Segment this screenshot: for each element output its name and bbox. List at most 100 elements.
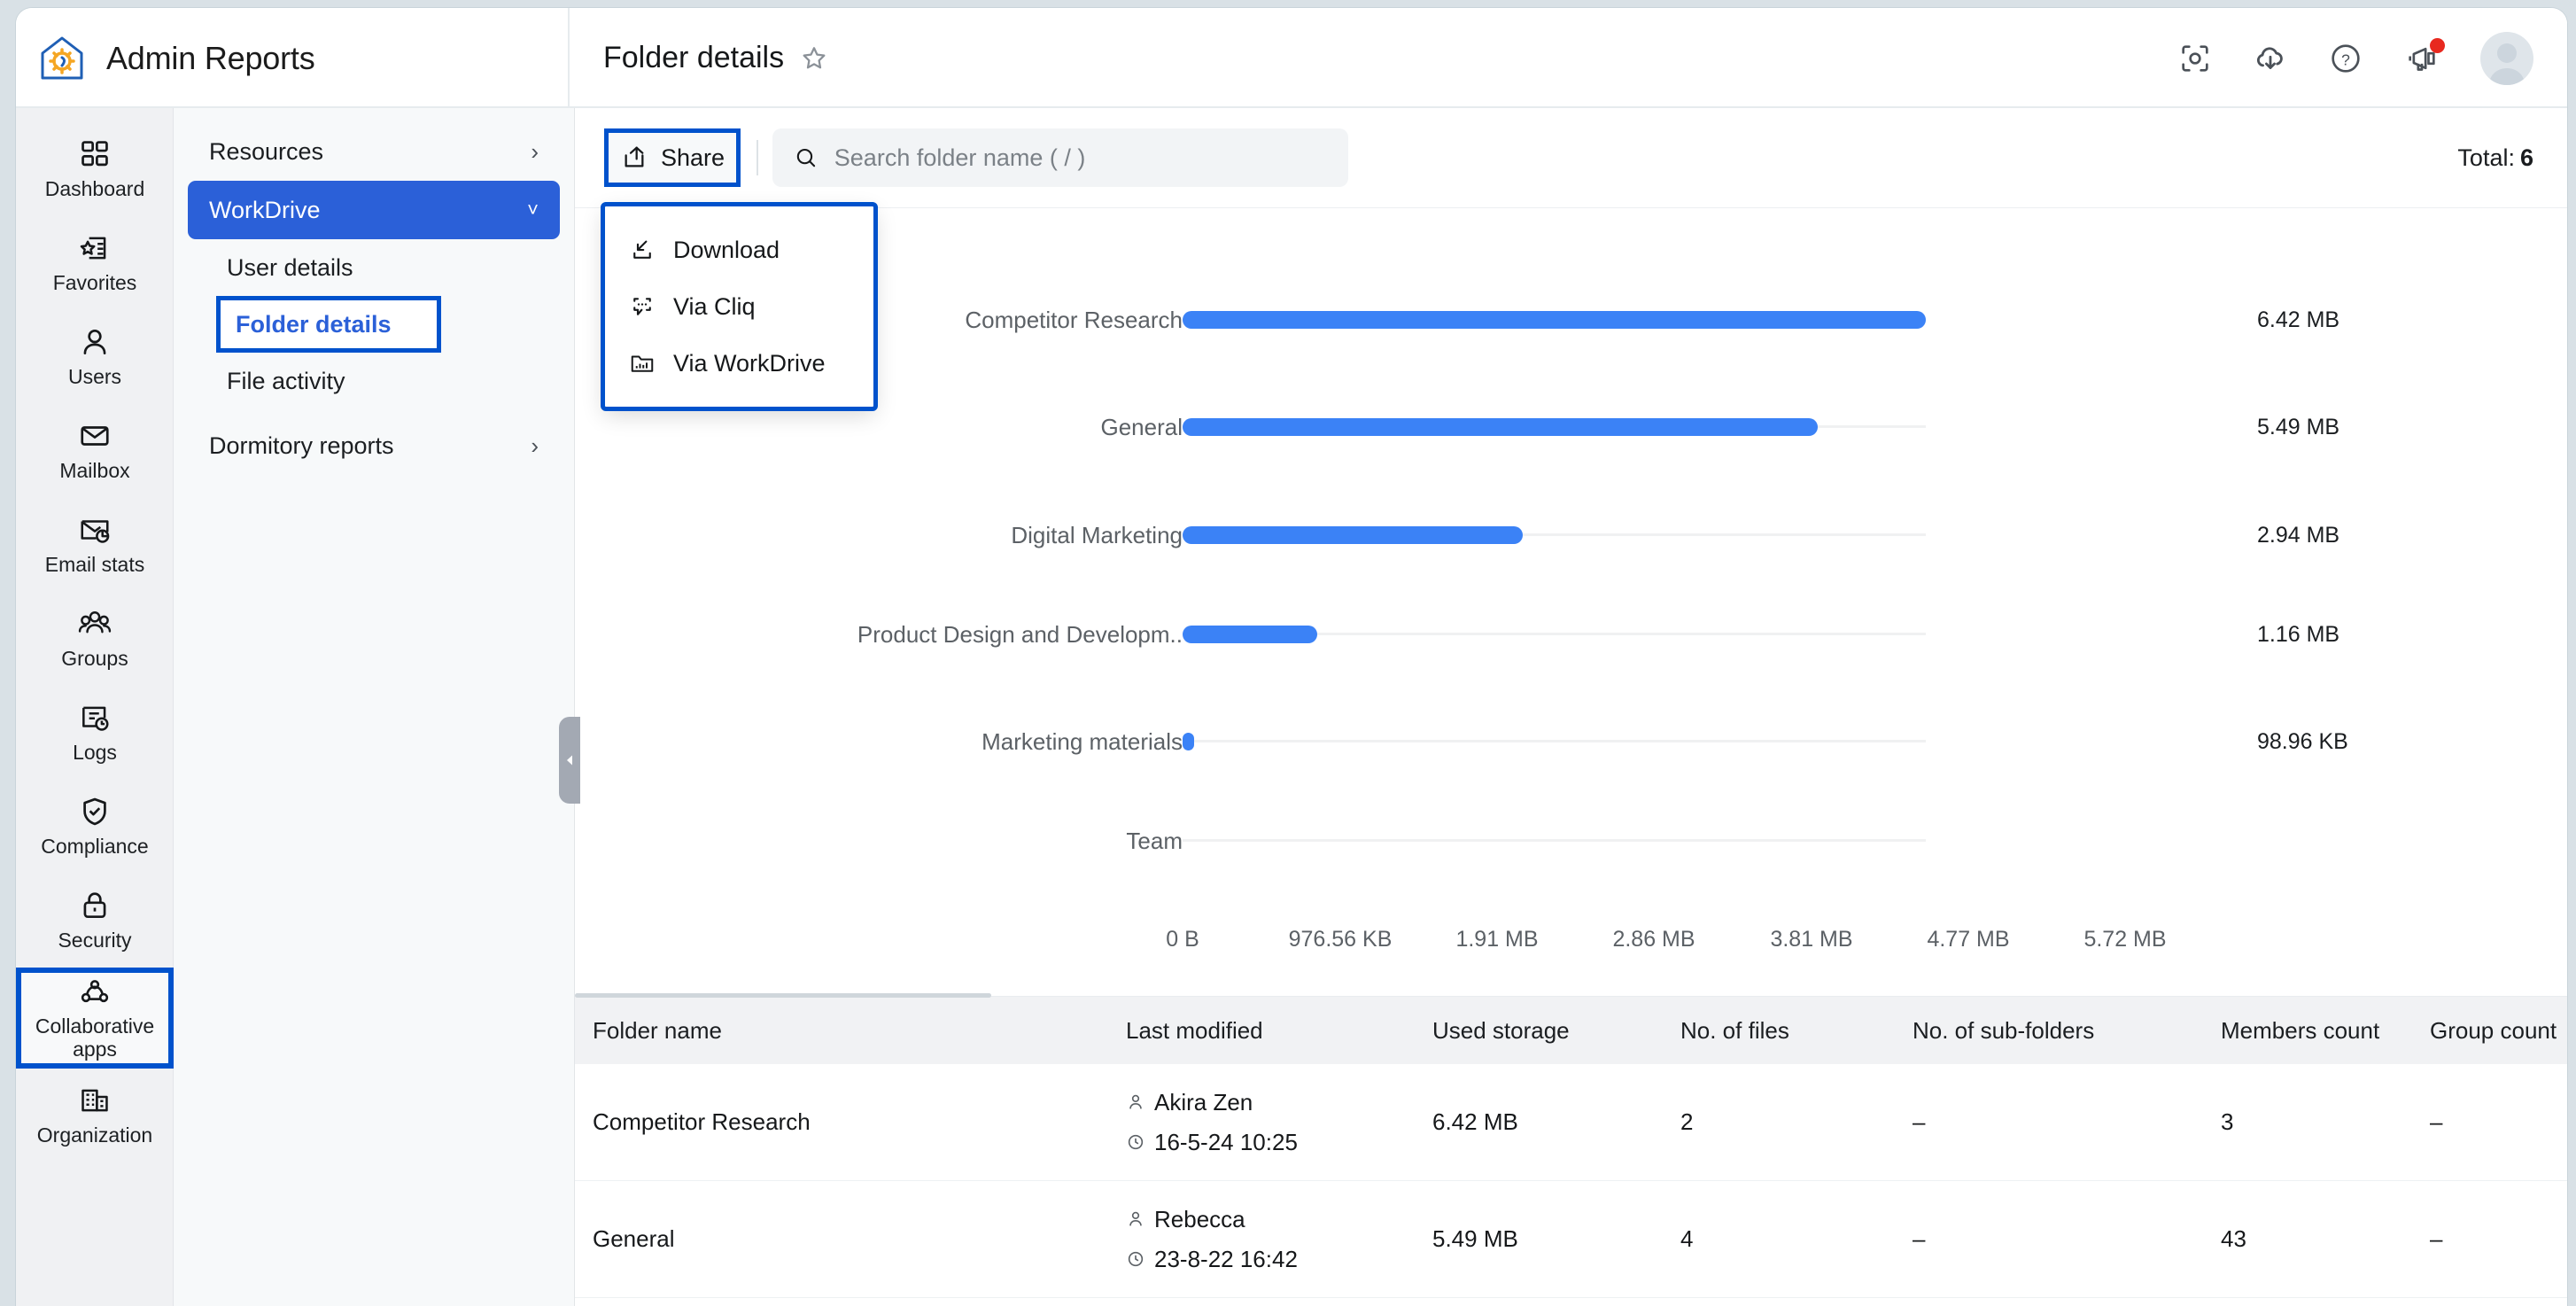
x-tick: 2.86 MB [1612,927,1695,952]
modified-by-name: Rebecca [1154,1205,1245,1232]
table-row[interactable]: Competitor Research Akira Zen 16-5-24 10… [575,1064,2567,1181]
chart-bar-value: 98.96 KB [2257,728,2348,754]
brand[interactable]: Admin Reports [37,8,569,108]
sidebar-item-logs[interactable]: Logs [16,686,174,780]
subnav-item-user-details[interactable]: User details [207,239,560,296]
star-outline-icon[interactable] [800,44,828,73]
cell-used-storage: 6.42 MB [1432,1108,1518,1135]
column-header-members-count[interactable]: Members count [2221,1017,2430,1045]
sidebar-item-label: Email stats [44,553,145,577]
x-tick: 3.81 MB [1770,927,1853,952]
subnav-item-folder-details[interactable]: Folder details [216,296,441,353]
sidebar-item-label: Compliance [41,835,149,859]
svg-text:?: ? [2341,51,2350,68]
chart-bar-value: 2.94 MB [2257,522,2340,548]
chart-bar-value: 5.49 MB [2257,414,2340,439]
modified-at-value: 23-8-22 16:42 [1154,1245,1298,1272]
share-button[interactable]: Share [604,128,741,187]
page-title-wrap: Folder details [603,8,828,108]
subnav-item-label: Resources [209,137,324,165]
subnav-item-file-activity[interactable]: File activity [207,353,560,409]
log-clock-icon [82,706,109,731]
search-icon [796,148,816,167]
cell-folder-name: Competitor Research [593,1108,811,1135]
share-menu-item-via-cliq[interactable]: Via Cliq [604,278,874,335]
modified-by: Akira Zen [1126,1085,1432,1120]
horizontal-scrollbar[interactable] [575,993,991,998]
column-header-group-count[interactable]: Group count [2430,1017,2567,1045]
cell-members-count: 3 [2221,1108,2234,1135]
table-header-row: Folder name Last modified Used storage N… [575,997,2567,1064]
x-tick: 5.72 MB [2083,927,2167,952]
cell-no-of-subfolders: – [1913,1225,1926,1252]
share-menu-item-label: Download [673,236,780,263]
grid-icon [81,141,108,167]
sidebar-item-label: Dashboard [44,177,145,201]
sidebar-item-label: Users [67,365,122,389]
chart-bar-track [1183,740,1926,742]
table-row[interactable]: Digital Marketing Ken Miles 23-6-23 08:0… [575,1298,2567,1306]
help-icon[interactable]: ? [2328,41,2363,76]
chart-bar-row[interactable]: Marketing materials 98.96 KB [575,721,2567,762]
total-label: Total: [2457,144,2515,171]
chevron-down-icon: ˅ [527,198,539,221]
sidebar-item-organization[interactable]: Organization [16,1069,174,1162]
subnav-item-label: Dormitory reports [209,431,394,459]
subnav-item-workdrive[interactable]: WorkDrive ˅ [188,181,560,239]
share-menu-item-via-workdrive[interactable]: Via WorkDrive [604,335,874,392]
column-header-no-of-files[interactable]: No. of files [1680,1017,1913,1045]
subnav-item-dormitory-reports[interactable]: Dormitory reports › [188,416,560,475]
sidebar-item-users[interactable]: Users [16,310,174,404]
sidebar-item-label: Logs [73,741,117,765]
share-menu-item-download[interactable]: Download [604,222,874,278]
subnav-item-label: User details [227,253,353,281]
subnav-item-label: WorkDrive [209,196,321,223]
chart-bar-row[interactable]: Digital Marketing 2.94 MB [575,515,2567,556]
page-title: Folder details [603,41,785,74]
subnav-item-resources[interactable]: Resources › [188,122,560,181]
share-icon [625,146,644,167]
cloud-download-icon[interactable] [2252,40,2289,77]
chart-bar-row[interactable]: General 5.49 MB [575,407,2567,447]
sidebar-item-favorites[interactable]: Favorites [16,216,174,310]
avatar[interactable] [2480,31,2533,85]
screenshot-icon[interactable] [2177,41,2213,76]
modified-at: 23-8-22 16:42 [1126,1242,1432,1277]
table-row[interactable]: General Rebecca 23-8-22 16:42 5.49 MB 4 … [575,1181,2567,1298]
topbar-divider [568,8,570,108]
sidebar-item-groups[interactable]: Groups [16,592,174,686]
main-content: Share Total: 6 [575,108,2567,1306]
search-input[interactable] [834,144,1328,172]
cell-folder-name: General [593,1225,675,1252]
share-dropdown-menu: Download Via Cliq Via WorkDrive [601,202,878,411]
column-header-used-storage[interactable]: Used storage [1432,1017,1680,1045]
announcement-icon[interactable] [2402,37,2445,76]
modified-by-name: Akira Zen [1154,1088,1253,1116]
x-tick: 0 B [1166,927,1199,952]
cell-group-count: – [2430,1225,2443,1252]
brand-title: Admin Reports [106,39,315,76]
chart-category-label: Competitor Research [965,306,1183,333]
chart-category-label: Team [1126,827,1183,854]
column-header-no-of-subfolders[interactable]: No. of sub-folders [1913,1017,2221,1045]
chart-bar-row[interactable]: Team [575,820,2567,861]
sidebar-item-email-stats[interactable]: Email stats [16,498,174,592]
cell-last-modified: Rebecca 23-8-22 16:42 [1126,1202,1432,1277]
sidebar-item-collaborative-apps[interactable]: Collaborative apps [16,968,174,1069]
sidebar-item-dashboard[interactable]: Dashboard [16,122,174,216]
search-box[interactable] [772,128,1349,187]
sidebar-item-label: Collaborative apps [35,1014,155,1061]
column-header-folder-name[interactable]: Folder name [575,1017,1126,1045]
sidebar-item-security[interactable]: Security [16,874,174,968]
sidebar-item-label: Organization [36,1123,153,1147]
chart-bar-row[interactable]: Product Design and Developm.. 1.16 MB [575,614,2567,655]
chart-category-label: Product Design and Developm.. [857,620,1183,648]
total-count: Total: 6 [2457,108,2533,208]
chart-bar-fill [1183,311,1926,329]
sidebar-item-compliance[interactable]: Compliance [16,780,174,874]
x-tick: 1.91 MB [1455,927,1539,952]
column-header-last-modified[interactable]: Last modified [1126,1017,1432,1045]
chart-x-axis: 0 B 976.56 KB 1.91 MB 2.86 MB 3.81 MB 4.… [575,927,2567,980]
sidebar-item-mailbox[interactable]: Mailbox [16,404,174,498]
sidebar-collapse-handle[interactable] [559,717,580,804]
